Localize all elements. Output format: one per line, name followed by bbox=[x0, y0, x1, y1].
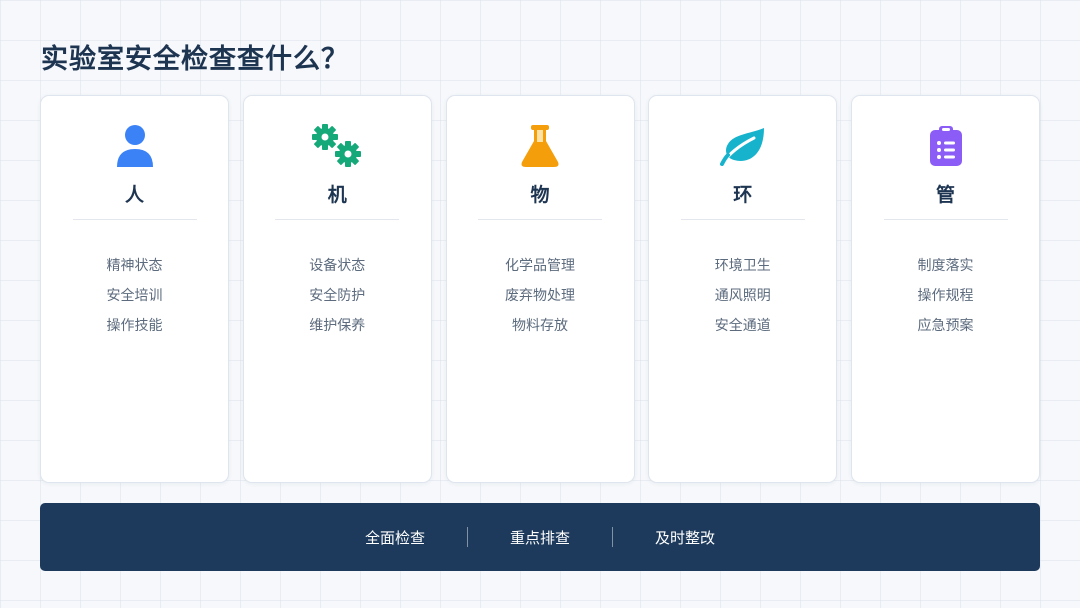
card-divider bbox=[680, 219, 805, 220]
list-item: 维护保养 bbox=[309, 318, 366, 334]
card-title: 机 bbox=[327, 184, 347, 206]
card-divider bbox=[275, 219, 400, 220]
summary-item: 及时整改 bbox=[655, 528, 716, 547]
list-item: 通风照明 bbox=[714, 288, 771, 304]
card-items: 设备状态 安全防护 维护保养 bbox=[309, 251, 365, 341]
list-item: 安全培训 bbox=[106, 288, 163, 304]
list-item: 设备状态 bbox=[309, 258, 366, 274]
leaf-icon bbox=[715, 118, 771, 174]
list-item: 安全通道 bbox=[714, 318, 771, 334]
card-environment: 环 环境卫生 通风照明 安全通道 bbox=[648, 95, 838, 483]
card-divider bbox=[478, 219, 602, 220]
summary-item: 全面检查 bbox=[364, 528, 425, 547]
list-item: 操作技能 bbox=[106, 318, 163, 334]
card-items: 化学品管理 废弃物处理 物料存放 bbox=[505, 251, 575, 341]
card-items: 环境卫生 通风照明 安全通道 bbox=[715, 251, 771, 341]
person-icon bbox=[107, 118, 163, 174]
list-item: 应急预案 bbox=[917, 318, 974, 334]
list-item: 废弃物处理 bbox=[505, 288, 575, 304]
flask-icon bbox=[512, 118, 568, 174]
card-title: 管 bbox=[935, 184, 955, 206]
card-title: 环 bbox=[733, 184, 753, 206]
list-item: 精神状态 bbox=[106, 258, 163, 274]
summary-bar: 全面检查 重点排查 及时整改 bbox=[40, 503, 1040, 571]
category-cards: 人 精神状态 安全培训 操作技能 机 设备状态 安全防护 维护保养 物 化学品管… bbox=[40, 95, 1040, 483]
clipboard-list-icon bbox=[918, 118, 974, 174]
card-title: 物 bbox=[530, 184, 550, 206]
card-items: 制度落实 操作规程 应急预案 bbox=[918, 251, 974, 341]
list-item: 安全防护 bbox=[309, 288, 366, 304]
gears-icon bbox=[309, 118, 365, 174]
card-title: 人 bbox=[124, 184, 144, 206]
list-item: 制度落实 bbox=[917, 258, 974, 274]
card-people: 人 精神状态 安全培训 操作技能 bbox=[40, 95, 229, 483]
card-items: 精神状态 安全培训 操作技能 bbox=[107, 251, 163, 341]
list-item: 操作规程 bbox=[917, 288, 974, 304]
card-management: 管 制度落实 操作规程 应急预案 bbox=[851, 95, 1040, 483]
summary-item: 重点排查 bbox=[509, 528, 570, 547]
page-title: 实验室安全检查查什么？ bbox=[41, 44, 349, 75]
card-machine: 机 设备状态 安全防护 维护保养 bbox=[242, 95, 432, 483]
card-divider bbox=[883, 219, 1008, 220]
list-item: 化学品管理 bbox=[505, 258, 575, 274]
card-divider bbox=[72, 219, 197, 220]
card-material: 物 化学品管理 废弃物处理 物料存放 bbox=[445, 95, 635, 483]
list-item: 物料存放 bbox=[512, 318, 568, 334]
list-item: 环境卫生 bbox=[714, 258, 771, 274]
